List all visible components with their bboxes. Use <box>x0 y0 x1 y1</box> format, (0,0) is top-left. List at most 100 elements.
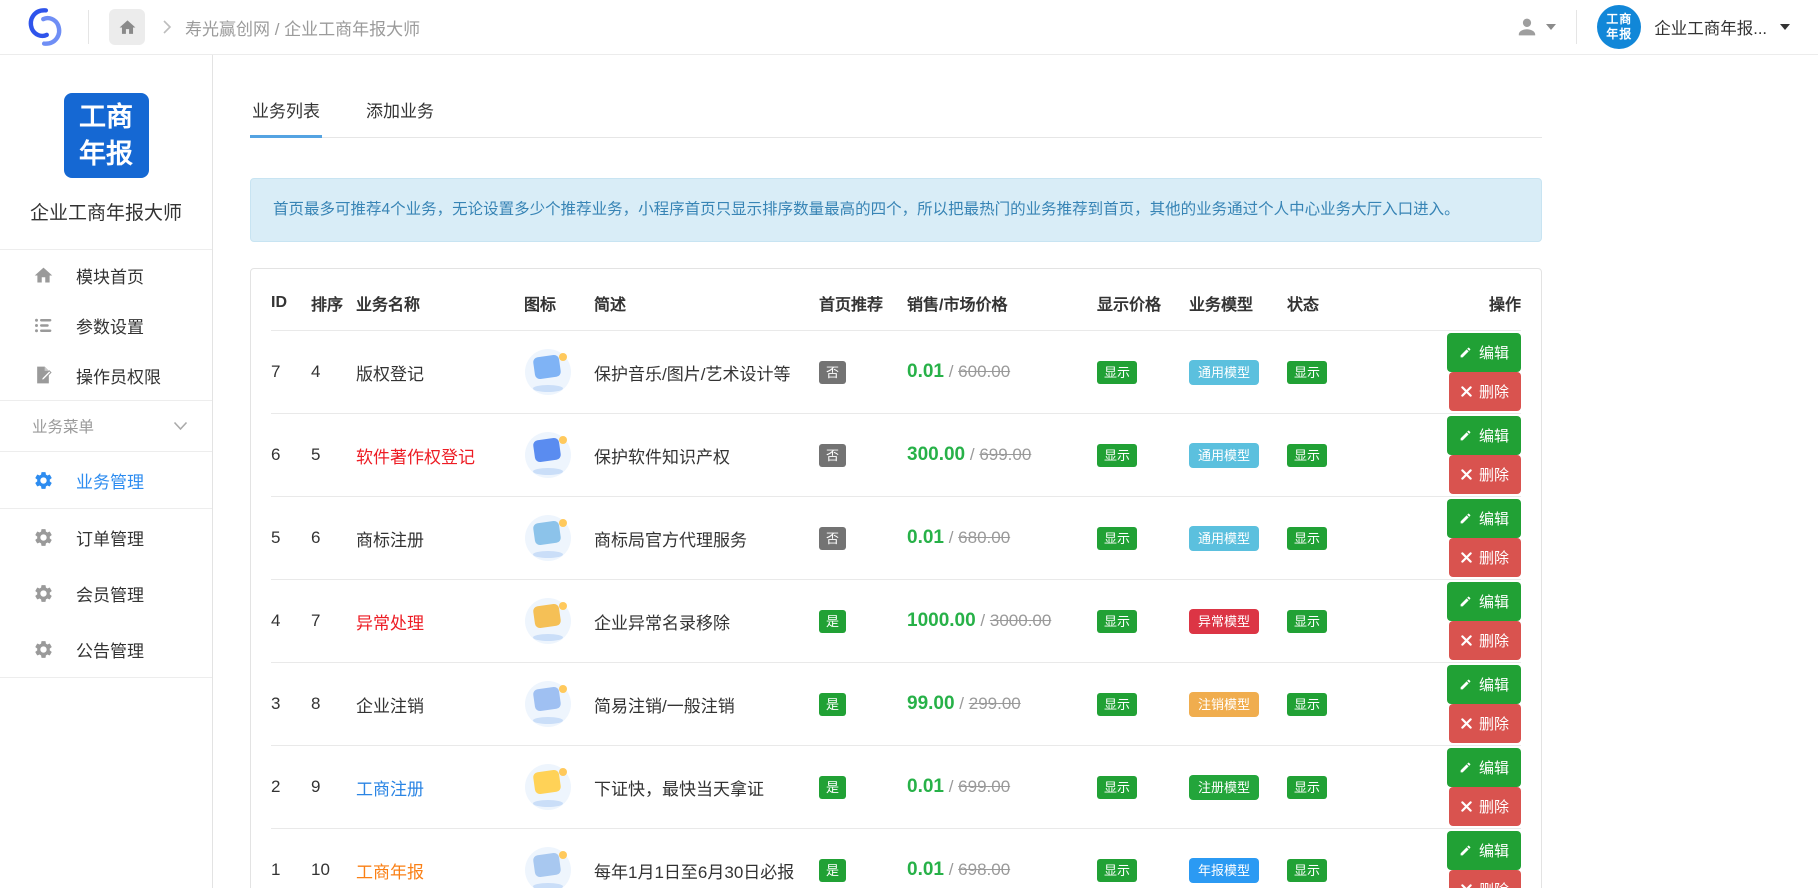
cell-actions: 编辑 删除 <box>1379 330 1521 414</box>
service-illustration-icon <box>524 514 572 562</box>
market-price: 699.00 <box>958 777 1011 797</box>
price-separator: / <box>959 694 969 714</box>
cell-description: 商标局官方代理服务 <box>594 496 819 580</box>
header-divider <box>1576 10 1578 44</box>
home-icon <box>119 19 135 34</box>
cell-status: 显示 <box>1287 828 1379 888</box>
edit-button[interactable]: 编辑 <box>1446 416 1521 456</box>
app-avatar: 工商 年报 <box>1597 5 1642 49</box>
avatar-text-line2: 年报 <box>1606 27 1633 41</box>
cell-show-price: 显示 <box>1097 745 1189 829</box>
close-icon <box>1461 884 1472 888</box>
sidebar-item-operator-permissions[interactable]: 操作员权限 <box>0 350 212 400</box>
delete-button[interactable]: 删除 <box>1448 621 1521 661</box>
cell-sort: 4 <box>311 330 356 414</box>
delete-button[interactable]: 删除 <box>1448 870 1521 888</box>
cell-description: 企业异常名录移除 <box>594 579 819 663</box>
price-separator: / <box>948 528 959 548</box>
business-model-badge: 注册模型 <box>1189 774 1260 800</box>
home-icon <box>32 265 54 286</box>
cell-actions: 编辑 删除 <box>1379 496 1521 580</box>
sidebar-item-module-home[interactable]: 模块首页 <box>0 250 212 300</box>
chevron-down-icon <box>173 421 188 431</box>
gear-icon <box>32 527 54 548</box>
tab-business-list[interactable]: 业务列表 <box>250 95 322 138</box>
sidebar-section-business-menu[interactable]: 业务菜单 <box>0 401 212 451</box>
cell-business-name: 异常处理 <box>356 579 524 663</box>
brand-swirl-logo-icon[interactable] <box>22 4 68 50</box>
delete-button[interactable]: 删除 <box>1448 455 1521 495</box>
sidebar-nav: 模块首页 参数设置 操作员权限 业务菜单 业务管理 订单管理 会员管理 公告管理 <box>0 250 212 678</box>
cell-status: 显示 <box>1287 496 1379 580</box>
tab-add-business[interactable]: 添加业务 <box>364 95 436 137</box>
sidebar-item-parameter-settings[interactable]: 参数设置 <box>0 300 212 350</box>
sidebar-item-announcement-management[interactable]: 公告管理 <box>0 621 212 677</box>
col-header-show-price: 显示价格 <box>1097 297 1162 315</box>
business-model-badge: 通用模型 <box>1189 442 1260 468</box>
sidebar-item-order-management[interactable]: 订单管理 <box>0 509 212 565</box>
market-price: 3000.00 <box>989 611 1052 631</box>
cell-status: 显示 <box>1287 745 1379 829</box>
show-price-badge: 显示 <box>1097 858 1138 882</box>
info-banner: 首页最多可推荐4个业务，无论设置多少个推荐业务，小程序首页只显示排序数量最高的四… <box>250 178 1542 243</box>
cell-price: 99.00 / 299.00 <box>907 662 1097 746</box>
sidebar-item-business-management[interactable]: 业务管理 <box>0 452 212 508</box>
cell-sort: 5 <box>311 413 356 497</box>
cell-business-name: 商标注册 <box>356 496 524 580</box>
sidebar-item-label: 参数设置 <box>76 317 144 337</box>
show-price-badge: 显示 <box>1097 526 1138 550</box>
cell-price: 0.01 / 699.00 <box>907 745 1097 829</box>
cell-description: 每年1月1日至6月30日必报 <box>594 828 819 888</box>
service-illustration-icon <box>524 431 572 479</box>
cell-icon <box>524 745 594 829</box>
sidebar-item-label: 模块首页 <box>76 267 144 287</box>
cell-business-name: 工商注册 <box>356 745 524 829</box>
delete-button[interactable]: 删除 <box>1448 538 1521 578</box>
pencil-icon <box>1460 846 1471 856</box>
col-header-price: 销售/市场价格 <box>907 297 1008 315</box>
cell-price: 0.01 / 680.00 <box>907 496 1097 580</box>
cell-show-price: 显示 <box>1097 579 1189 663</box>
delete-button-label: 删除 <box>1478 716 1509 734</box>
cell-show-price: 显示 <box>1097 662 1189 746</box>
edit-button[interactable]: 编辑 <box>1446 748 1521 788</box>
cell-icon <box>524 662 594 746</box>
show-price-badge: 显示 <box>1097 775 1138 799</box>
edit-button[interactable]: 编辑 <box>1446 582 1521 622</box>
status-badge: 显示 <box>1287 692 1328 716</box>
edit-button[interactable]: 编辑 <box>1446 831 1521 871</box>
breadcrumb-home-button[interactable] <box>109 9 145 45</box>
market-price: 299.00 <box>968 694 1021 714</box>
cell-show-price: 显示 <box>1097 828 1189 888</box>
edit-button[interactable]: 编辑 <box>1446 499 1521 539</box>
delete-button[interactable]: 删除 <box>1448 787 1521 827</box>
sidebar-item-member-management[interactable]: 会员管理 <box>0 565 212 621</box>
app-switcher-caret-icon <box>1780 24 1790 30</box>
business-name-text: 版权登记 <box>356 364 424 384</box>
delete-button[interactable]: 删除 <box>1448 704 1521 744</box>
cell-description: 简易注销/一般注销 <box>594 662 819 746</box>
edit-button[interactable]: 编辑 <box>1446 333 1521 373</box>
user-menu-button[interactable] <box>1515 15 1557 39</box>
close-icon <box>1461 469 1472 481</box>
main-content: 业务列表 添加业务 首页最多可推荐4个业务，无论设置多少个推荐业务，小程序首页只… <box>213 55 1818 888</box>
delete-button[interactable]: 删除 <box>1448 372 1521 412</box>
cell-home-recommend: 否 <box>819 496 907 580</box>
business-name-text: 工商注册 <box>356 779 424 799</box>
cell-model: 通用模型 <box>1189 496 1287 580</box>
app-logo-text-line1: 工商 <box>79 102 133 133</box>
cell-description: 保护软件知识产权 <box>594 413 819 497</box>
cell-home-recommend: 是 <box>819 579 907 663</box>
app-switcher-button[interactable]: 工商 年报 企业工商年报... <box>1597 5 1790 49</box>
cell-model: 通用模型 <box>1189 330 1287 414</box>
cell-status: 显示 <box>1287 330 1379 414</box>
app-logo-text-line2: 年报 <box>79 138 133 169</box>
cell-icon <box>524 496 594 580</box>
cell-id: 6 <box>271 413 311 497</box>
pencil-icon <box>1460 680 1471 690</box>
cell-description: 保护音乐/图片/艺术设计等 <box>594 330 819 414</box>
market-price: 600.00 <box>958 362 1011 382</box>
pencil-icon <box>1460 348 1471 358</box>
cell-model: 异常模型 <box>1189 579 1287 663</box>
edit-button[interactable]: 编辑 <box>1446 665 1521 705</box>
